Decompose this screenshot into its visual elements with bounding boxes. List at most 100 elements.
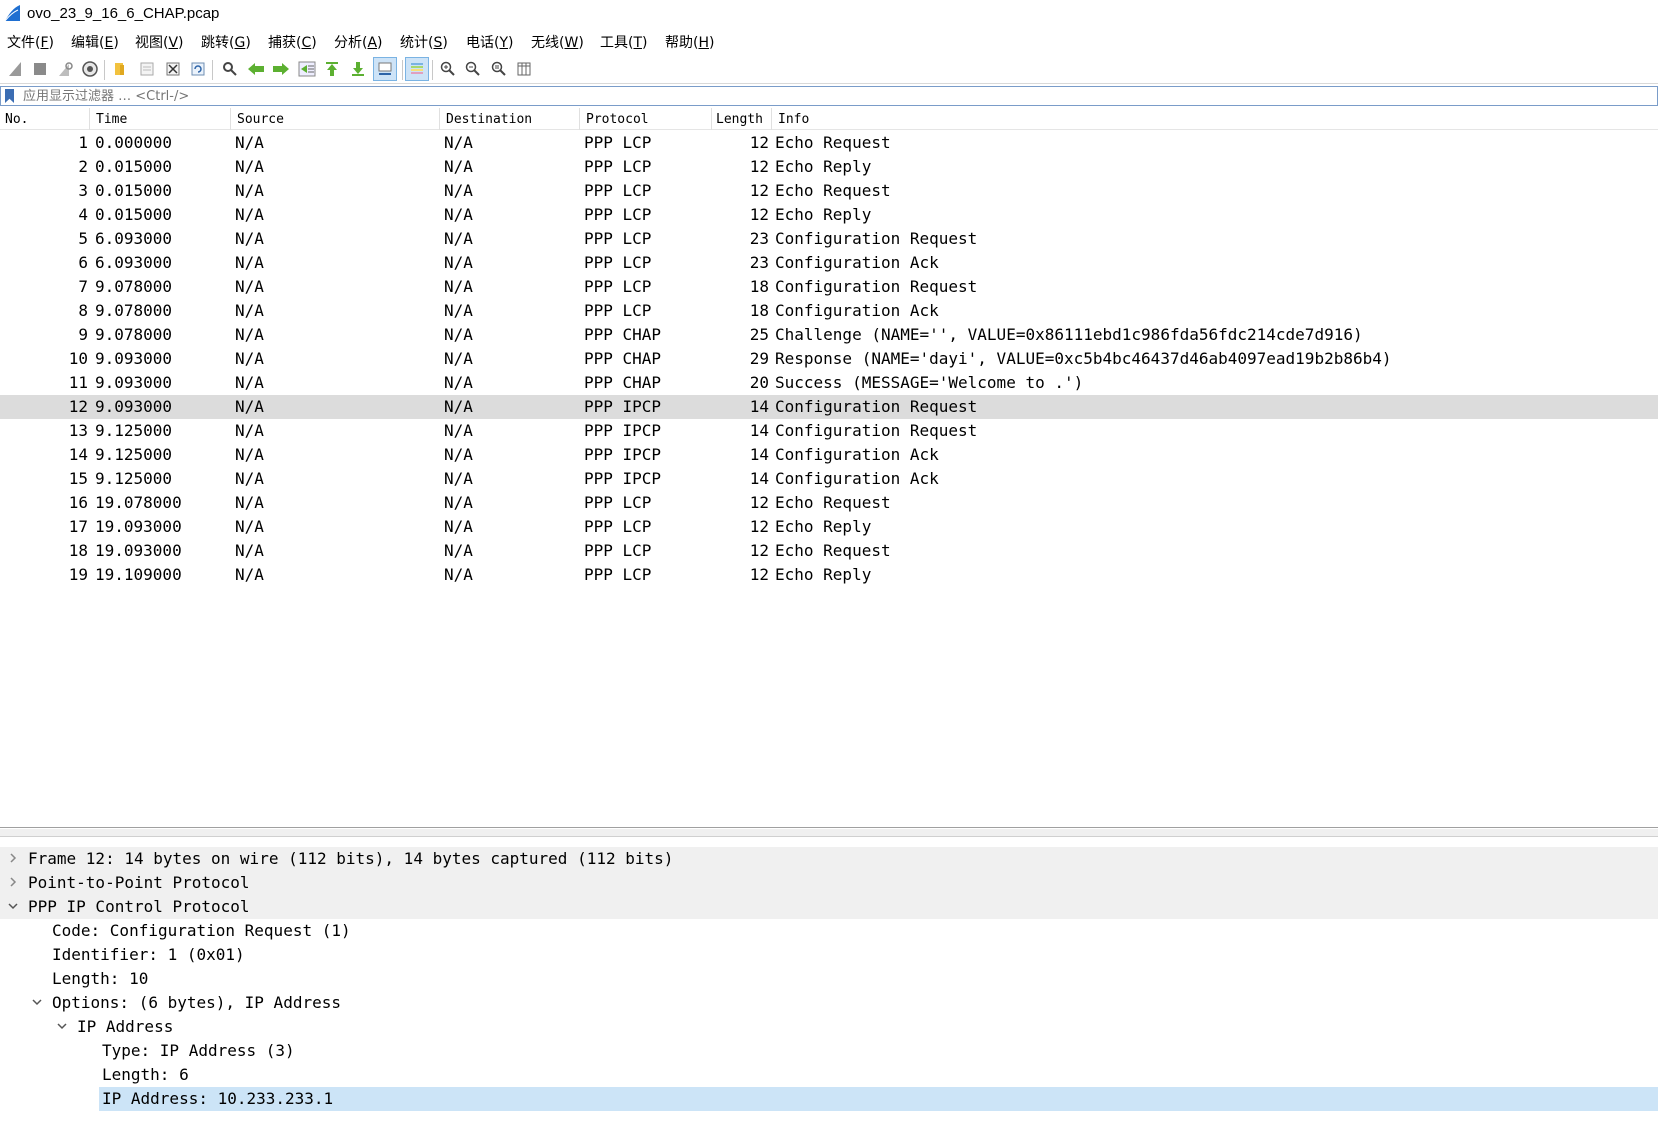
menu-accelerator: W xyxy=(564,35,579,51)
start-capture-icon[interactable] xyxy=(5,59,25,79)
detail-tree-item[interactable]: Type: IP Address (3) xyxy=(0,1039,1658,1063)
detail-tree-item[interactable]: Options: (6 bytes), IP Address xyxy=(0,991,1658,1015)
go-to-packet-icon[interactable] xyxy=(297,59,317,79)
menu-item[interactable]: 统计(S) xyxy=(400,32,448,52)
menu-item[interactable]: 帮助(H) xyxy=(665,32,714,52)
packet-details-tree[interactable]: Frame 12: 14 bytes on wire (112 bits), 1… xyxy=(0,838,1658,1121)
column-header-info[interactable]: Info xyxy=(778,112,809,127)
last-packet-icon[interactable] xyxy=(348,59,368,79)
column-divider[interactable] xyxy=(711,108,712,130)
open-file-icon[interactable] xyxy=(110,59,130,79)
menu-label: 文件( xyxy=(7,35,41,51)
packet-row[interactable]: 10 9.093000 N/A N/A PPP CHAP 29 Response (NAME… xyxy=(0,347,1658,371)
restart-capture-icon[interactable] xyxy=(55,59,75,79)
chevron-down-icon[interactable] xyxy=(55,1018,69,1034)
stop-capture-icon[interactable] xyxy=(30,59,50,79)
chevron-down-icon[interactable] xyxy=(30,994,44,1010)
detail-tree-item[interactable]: Length: 10 xyxy=(0,967,1658,991)
detail-tree-item[interactable]: Frame 12: 14 bytes on wire (112 bits), 1… xyxy=(0,847,1658,871)
column-divider[interactable] xyxy=(230,108,231,130)
detail-tree-item[interactable]: IP Address: 10.233.233.1 xyxy=(0,1087,1658,1111)
column-header-destination[interactable]: Destination xyxy=(446,112,532,127)
display-filter-input[interactable] xyxy=(23,87,1623,105)
column-divider[interactable] xyxy=(439,108,440,130)
column-divider[interactable] xyxy=(771,108,772,130)
reload-file-icon[interactable] xyxy=(188,59,208,79)
wireshark-fin-icon xyxy=(4,5,20,22)
menu-accelerator: A xyxy=(367,35,378,51)
chevron-down-icon[interactable] xyxy=(6,898,20,914)
detail-tree-label: Type: IP Address (3) xyxy=(102,1041,295,1060)
packet-row[interactable]: 13 9.125000 N/A N/A PPP IPCP 14 Configuration … xyxy=(0,419,1658,443)
menu-label-tail: ) xyxy=(642,35,648,51)
menu-item[interactable]: 无线(W) xyxy=(531,32,584,52)
packet-row[interactable]: 11 9.093000 N/A N/A PPP CHAP 20 Success (MESSA… xyxy=(0,371,1658,395)
display-filter-bar[interactable] xyxy=(0,86,1658,106)
zoom-out-icon[interactable] xyxy=(463,59,483,79)
packet-cell-len: 25 xyxy=(749,325,769,344)
menu-item[interactable]: 视图(V) xyxy=(135,32,184,52)
menu-label-tail: ) xyxy=(311,35,317,51)
packet-row[interactable]: 17 19.093000 N/A N/A PPP LCP 12 Echo Reply xyxy=(0,515,1658,539)
packet-row[interactable]: 19 19.109000 N/A N/A PPP LCP 12 Echo Reply xyxy=(0,563,1658,587)
column-header-length[interactable]: Length xyxy=(716,112,763,127)
find-packet-icon[interactable] xyxy=(220,59,240,79)
capture-options-icon[interactable] xyxy=(80,59,100,79)
menu-item[interactable]: 捕获(C) xyxy=(268,32,317,52)
detail-tree-item[interactable]: Point-to-Point Protocol xyxy=(0,871,1658,895)
pane-splitter[interactable] xyxy=(0,829,1658,837)
packet-row[interactable]: 5 6.093000 N/A N/A PPP LCP 23 Configuration Re… xyxy=(0,227,1658,251)
colorize-icon[interactable] xyxy=(405,57,429,81)
packet-row[interactable]: 15 9.125000 N/A N/A PPP IPCP 14 Configuration … xyxy=(0,467,1658,491)
detail-tree-item[interactable]: Length: 6 xyxy=(0,1063,1658,1087)
go-forward-icon[interactable] xyxy=(271,59,291,79)
go-back-icon[interactable] xyxy=(246,59,266,79)
packet-row[interactable]: 16 19.078000 N/A N/A PPP LCP 12 Echo Request xyxy=(0,491,1658,515)
menu-accelerator: V xyxy=(168,35,179,51)
menu-item[interactable]: 电话(Y) xyxy=(466,32,514,52)
packet-row[interactable]: 18 19.093000 N/A N/A PPP LCP 12 Echo Request xyxy=(0,539,1658,563)
first-packet-icon[interactable] xyxy=(322,59,342,79)
detail-tree-item[interactable]: Identifier: 1 (0x01) xyxy=(0,943,1658,967)
resize-columns-icon[interactable] xyxy=(514,59,534,79)
column-divider[interactable] xyxy=(579,108,580,130)
zoom-in-icon[interactable] xyxy=(438,59,458,79)
packet-cell-len: 12 xyxy=(749,205,769,224)
chevron-right-icon[interactable] xyxy=(6,874,20,890)
detail-tree-label: Identifier: 1 (0x01) xyxy=(52,945,245,964)
filter-bookmark-icon[interactable] xyxy=(5,89,14,103)
menu-label: 电话( xyxy=(466,35,500,51)
save-file-icon[interactable] xyxy=(137,59,157,79)
packet-row[interactable]: 6 6.093000 N/A N/A PPP LCP 23 Configuration Ac… xyxy=(0,251,1658,275)
detail-tree-item[interactable]: Code: Configuration Request (1) xyxy=(0,919,1658,943)
column-header-source[interactable]: Source xyxy=(237,112,284,127)
auto-scroll-icon[interactable] xyxy=(373,57,397,81)
packet-cell-len: 14 xyxy=(749,469,769,488)
packet-row[interactable]: 8 9.078000 N/A N/A PPP LCP 18 Configuration Ac… xyxy=(0,299,1658,323)
chevron-right-icon[interactable] xyxy=(6,850,20,866)
packet-row[interactable]: 7 9.078000 N/A N/A PPP LCP 18 Configuration Re… xyxy=(0,275,1658,299)
packet-list[interactable]: No. Time Source Destination Protocol Len… xyxy=(0,108,1658,828)
packet-row[interactable]: 1 0.000000 N/A N/A PPP LCP 12 Echo Request xyxy=(0,131,1658,155)
menu-item[interactable]: 文件(F) xyxy=(7,32,54,52)
menu-item[interactable]: 分析(A) xyxy=(334,32,383,52)
menu-item[interactable]: 跳转(G) xyxy=(201,32,251,52)
column-divider[interactable] xyxy=(89,108,90,130)
column-header-time[interactable]: Time xyxy=(96,112,127,127)
packet-row[interactable]: 14 9.125000 N/A N/A PPP IPCP 14 Configuration … xyxy=(0,443,1658,467)
detail-tree-item[interactable]: IP Address xyxy=(0,1015,1658,1039)
column-header-protocol[interactable]: Protocol xyxy=(586,112,649,127)
close-file-icon[interactable] xyxy=(163,59,183,79)
packet-cell-info: Response (NAME='dayi', VALUE=0xc5b4bc464… xyxy=(775,349,1392,368)
packet-row[interactable]: 9 9.078000 N/A N/A PPP CHAP 25 Challenge (NAME… xyxy=(0,323,1658,347)
menu-item[interactable]: 编辑(E) xyxy=(71,32,119,52)
packet-cell-info: Configuration Ack xyxy=(775,445,939,464)
column-header-no[interactable]: No. xyxy=(5,112,28,127)
packet-row[interactable]: 3 0.015000 N/A N/A PPP LCP 12 Echo Request xyxy=(0,179,1658,203)
zoom-normal-icon[interactable] xyxy=(489,59,509,79)
detail-tree-item[interactable]: PPP IP Control Protocol xyxy=(0,895,1658,919)
packet-row[interactable]: 12 9.093000 N/A N/A PPP IPCP 14 Configuration … xyxy=(0,395,1658,419)
menu-item[interactable]: 工具(T) xyxy=(600,32,648,52)
packet-row[interactable]: 2 0.015000 N/A N/A PPP LCP 12 Echo Reply xyxy=(0,155,1658,179)
packet-row[interactable]: 4 0.015000 N/A N/A PPP LCP 12 Echo Reply xyxy=(0,203,1658,227)
